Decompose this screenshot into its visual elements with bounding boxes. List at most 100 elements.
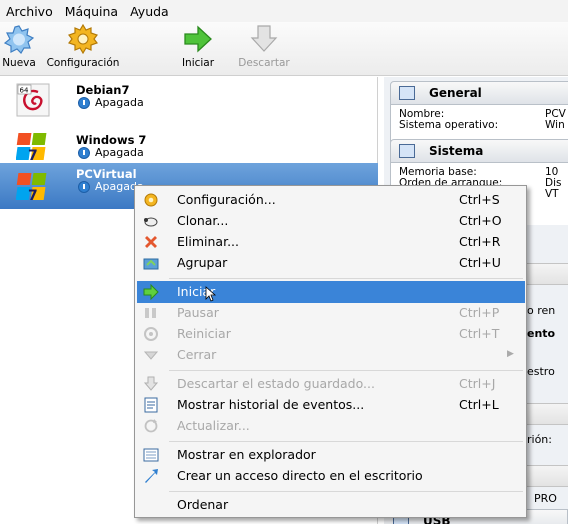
shortcut-arrow-icon: [145, 469, 158, 483]
general-section-header[interactable]: General: [390, 81, 568, 105]
vm-name: Debian7: [76, 83, 130, 97]
explorer-icon: [143, 448, 159, 462]
peek-text-3: estro: [527, 365, 555, 378]
os-key: Sistema operativo:: [399, 119, 499, 131]
peek-text-5: PRO: [534, 492, 557, 505]
menu-item-refresh[interactable]: Actualizar...: [137, 415, 525, 437]
gear-icon: [144, 193, 158, 207]
system-title: Sistema: [429, 144, 484, 158]
start-arrow-icon: [143, 284, 159, 300]
menu-separator: [169, 370, 523, 371]
peek-text-4: rión:: [527, 433, 552, 446]
discard-button[interactable]: Descartar: [234, 24, 294, 69]
menu-item-explorer[interactable]: Mostrar en explorador: [137, 444, 525, 466]
vm-item-debian7[interactable]: 64 Debian7 Apagada: [0, 77, 378, 123]
new-icon: [3, 25, 35, 54]
menu-maquina[interactable]: Máquina: [65, 4, 118, 19]
menu-item-shortcut: Ctrl+P: [459, 305, 500, 320]
menu-item-shortcut: Ctrl+L: [459, 397, 499, 412]
menu-bar: Archivo Máquina Ayuda: [0, 0, 568, 22]
menu-item-label: Mostrar historial de eventos...: [177, 397, 365, 412]
menu-archivo[interactable]: Archivo: [6, 4, 53, 19]
monitor-icon: [399, 86, 415, 100]
menu-item-sort[interactable]: Ordenar: [137, 494, 525, 516]
vm-state: Apagada: [78, 96, 144, 109]
discard-arrow-icon: [250, 25, 278, 52]
menu-item-shortcut: Ctrl+J: [459, 376, 496, 391]
menu-ayuda[interactable]: Ayuda: [130, 4, 169, 19]
discard-label: Descartar: [238, 57, 290, 69]
context-menu: Configuración... Ctrl+S Clonar... Ctrl+O E…: [134, 185, 527, 518]
new-button[interactable]: Nueva: [2, 24, 36, 69]
menu-item-label: Actualizar...: [177, 418, 250, 433]
menu-item-label: Pausar: [177, 305, 219, 320]
gear-icon: [68, 24, 98, 54]
power-off-icon: [78, 96, 90, 109]
menu-item-remove[interactable]: Eliminar... Ctrl+R: [137, 231, 525, 253]
menu-item-shortcut[interactable]: Crear un acceso directo en el escritorio: [137, 465, 525, 487]
menu-item-shortcut: Ctrl+U: [459, 255, 501, 270]
windows7-os-icon: 7: [16, 173, 47, 203]
system-section-header[interactable]: Sistema: [390, 139, 568, 163]
new-label: Nueva: [2, 57, 36, 69]
group-icon: [143, 258, 159, 270]
menu-separator: [169, 278, 523, 279]
menu-item-settings[interactable]: Configuración... Ctrl+S: [137, 189, 525, 211]
menu-item-close[interactable]: Cerrar ▶: [137, 344, 525, 366]
windows7-os-icon: 7: [16, 133, 47, 163]
chip-icon: [399, 144, 415, 158]
power-off-icon: [78, 146, 90, 159]
sheep-icon: [144, 217, 158, 227]
start-arrow-icon: [184, 25, 212, 53]
mouse-cursor-icon: [205, 286, 217, 302]
start-label: Iniciar: [181, 57, 215, 69]
menu-item-shortcut: Ctrl+S: [459, 192, 500, 207]
refresh-icon: [144, 419, 158, 433]
remove-x-icon: [145, 236, 157, 248]
menu-item-logs[interactable]: Mostrar historial de eventos... Ctrl+L: [137, 394, 525, 416]
debian-os-icon: 64: [16, 83, 50, 117]
menu-item-group[interactable]: Agrupar Ctrl+U: [137, 252, 525, 274]
menu-item-label: Crear un acceso directo en el escritorio: [177, 468, 423, 483]
menu-item-label: Mostrar en explorador: [177, 447, 316, 462]
settings-button[interactable]: Configuración: [46, 24, 120, 69]
menu-item-label: Clonar...: [177, 213, 229, 228]
menu-separator: [169, 441, 523, 442]
power-off-icon: [78, 180, 90, 193]
os-badge-64: 64: [20, 87, 29, 95]
menu-separator: [169, 491, 523, 492]
menu-item-discard[interactable]: Descartar el estado guardado... Ctrl+J: [137, 373, 525, 395]
menu-item-label: Reiniciar: [177, 326, 231, 341]
settings-label: Configuración: [46, 57, 120, 69]
vm-state-label: Apagada: [95, 96, 144, 109]
menu-item-label: Configuración...: [177, 192, 276, 207]
menu-item-reset[interactable]: Reiniciar Ctrl+T: [137, 323, 525, 345]
menu-item-label: Cerrar: [177, 347, 217, 362]
general-section-body: Nombre: PCV Sistema operativo: Win: [390, 105, 568, 143]
menu-item-pause[interactable]: Pausar Ctrl+P: [137, 302, 525, 324]
virtualbox-manager-window: Archivo Máquina Ayuda Nueva Configuració…: [0, 0, 568, 524]
os-value: Win: [545, 119, 565, 131]
vm-state: Apagada: [78, 146, 144, 159]
submenu-arrow-icon: ▶: [507, 349, 514, 359]
peek-text-2: ento: [527, 327, 556, 340]
vm-state-label: Apagada: [95, 146, 144, 159]
os-badge-7: 7: [28, 188, 38, 203]
menu-item-shortcut: Ctrl+O: [459, 213, 502, 228]
os-badge-7: 7: [28, 148, 38, 163]
menu-item-label: Descartar el estado guardado...: [177, 376, 375, 391]
general-title: General: [429, 86, 482, 100]
menu-item-label: Agrupar: [177, 255, 228, 270]
menu-item-clone[interactable]: Clonar... Ctrl+O: [137, 210, 525, 232]
peek-text-1: o ren: [527, 304, 556, 317]
vm-name: PCVirtual: [76, 167, 137, 181]
menu-item-shortcut: Ctrl+T: [459, 326, 500, 341]
log-icon: [144, 397, 158, 413]
discard-arrow-icon: [143, 376, 159, 391]
menu-item-start[interactable]: Iniciar: [137, 281, 525, 303]
accel-value: VT: [545, 188, 559, 200]
menu-item-label: Ordenar: [177, 497, 229, 512]
toolbar: Nueva Configuración Iniciar Descartar: [0, 22, 568, 76]
reset-icon: [144, 327, 158, 341]
start-button[interactable]: Iniciar: [176, 24, 220, 69]
